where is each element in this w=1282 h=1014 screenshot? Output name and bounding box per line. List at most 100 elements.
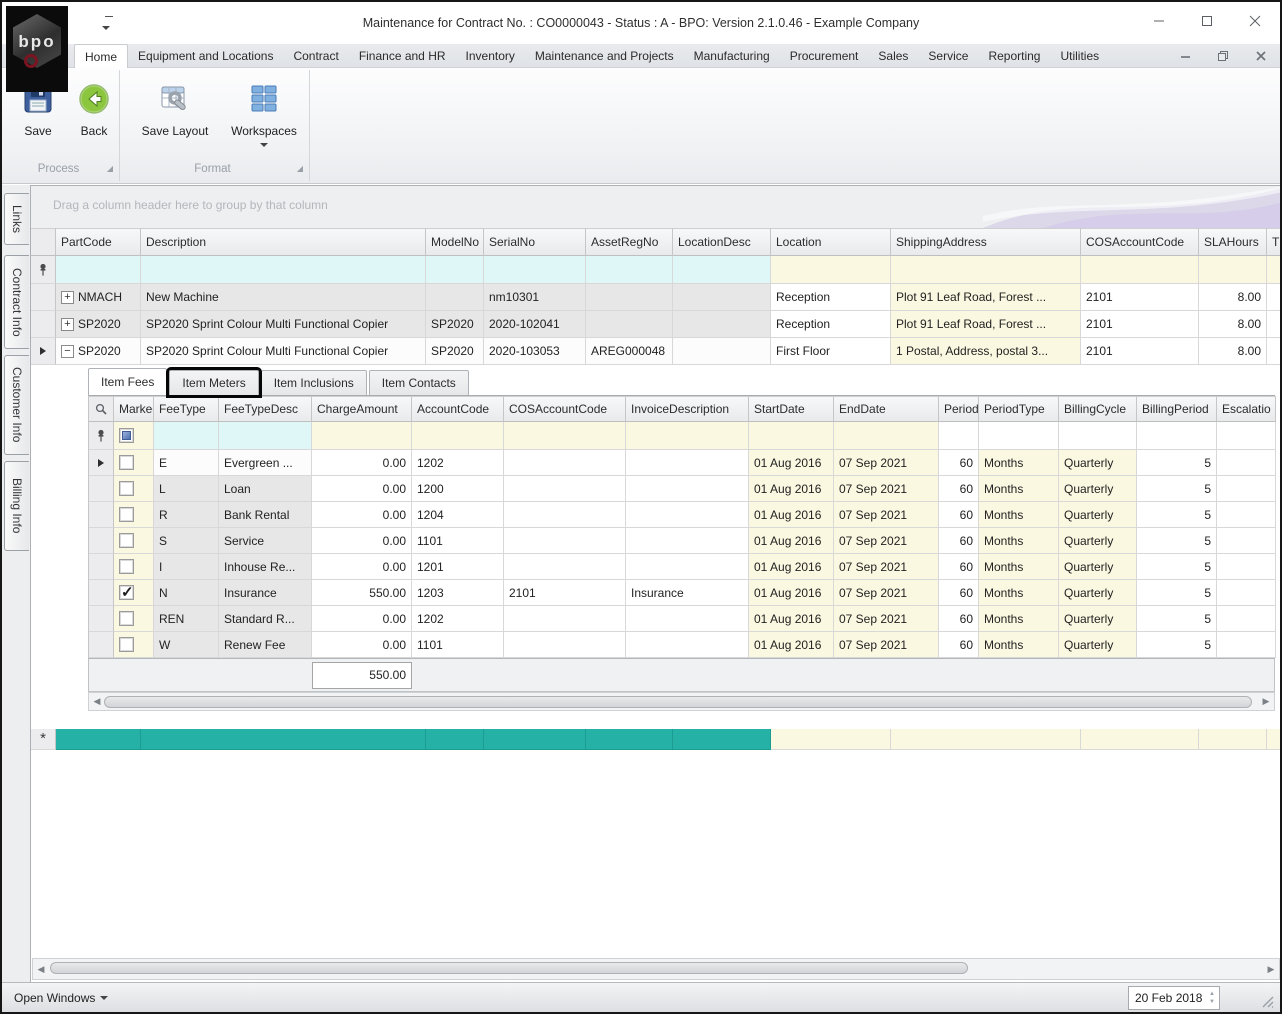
column-header-invoicedescription[interactable]: InvoiceDescription (626, 396, 749, 422)
column-header-shippingaddress[interactable]: ShippingAddress (891, 228, 1081, 256)
ribbon-tab-equipment-and-locations[interactable]: Equipment and Locations (128, 44, 283, 68)
cell-enddate[interactable]: 07 Sep 2021 (834, 528, 939, 554)
ribbon-close-icon[interactable] (1252, 47, 1270, 65)
sidebar-item-billing-info[interactable]: Billing Info (4, 461, 29, 551)
marked-checkbox[interactable] (119, 533, 134, 548)
cell-period[interactable]: 60 (939, 632, 979, 658)
cell-accountcode[interactable]: 1203 (412, 580, 504, 606)
cell-feetypedesc[interactable]: Renew Fee (219, 632, 312, 658)
scroll-right-icon[interactable]: ▶ (1258, 693, 1274, 710)
marked-checkbox[interactable] (119, 611, 134, 626)
column-header-marked[interactable]: Marked (114, 396, 154, 422)
cell-slahours[interactable]: 8.00 (1199, 311, 1267, 338)
column-header-billingcycle[interactable]: BillingCycle (1059, 396, 1137, 422)
cell-invoicedescription[interactable] (626, 528, 749, 554)
cell-escalatio[interactable] (1217, 528, 1276, 554)
cell-escalatio[interactable] (1217, 476, 1276, 502)
filter-pin-icon[interactable] (89, 422, 114, 450)
fee-row[interactable]: RBank Rental0.00120401 Aug 201607 Sep 20… (89, 502, 1276, 528)
tab-item-meters[interactable]: Item Meters (169, 370, 258, 395)
cell-billingcycle[interactable]: Quarterly (1059, 580, 1137, 606)
column-header-feetypedesc[interactable]: FeeTypeDesc (219, 396, 312, 422)
column-header-location[interactable]: Location (771, 228, 891, 256)
cell-escalatio[interactable] (1217, 632, 1276, 658)
cell-feetypedesc[interactable]: Service (219, 528, 312, 554)
cell-billingperiod[interactable]: 5 (1137, 476, 1217, 502)
cell-period[interactable]: 60 (939, 476, 979, 502)
cell-accountcode[interactable]: 1101 (412, 528, 504, 554)
cell-periodtype[interactable]: Months (979, 528, 1059, 554)
column-header-periodtype[interactable]: PeriodType (979, 396, 1059, 422)
cell-invoicedescription[interactable] (626, 554, 749, 580)
filter-cell-modelno[interactable] (426, 256, 484, 284)
cell-startdate[interactable]: 01 Aug 2016 (749, 502, 834, 528)
status-date-field[interactable]: 20 Feb 2018 ▲▼ (1128, 986, 1220, 1010)
cell-invoicedescription[interactable] (626, 502, 749, 528)
cell-locationdesc[interactable] (673, 284, 771, 311)
cell-enddate[interactable]: 07 Sep 2021 (834, 632, 939, 658)
cell-invoicedescription[interactable] (626, 450, 749, 476)
column-header-cosaccountcode[interactable]: COSAccountCode (504, 396, 626, 422)
cell-billingcycle[interactable]: Quarterly (1059, 606, 1137, 632)
filter-cell-enddate[interactable] (834, 422, 939, 450)
cell-period[interactable]: 60 (939, 554, 979, 580)
cell-escalatio[interactable] (1217, 606, 1276, 632)
column-header-escalatio[interactable]: Escalatio (1217, 396, 1276, 422)
cell-startdate[interactable]: 01 Aug 2016 (749, 632, 834, 658)
dialog-launcher-icon[interactable]: ◢ (297, 161, 303, 177)
filter-cell-cosaccountcode[interactable] (504, 422, 626, 450)
ribbon-restore-icon[interactable] (1214, 47, 1232, 65)
cell-escalatio[interactable] (1217, 502, 1276, 528)
cell-billingcycle[interactable]: Quarterly (1059, 476, 1137, 502)
column-header-slahours[interactable]: SLAHours (1199, 228, 1267, 256)
cell-feetypedesc[interactable]: Loan (219, 476, 312, 502)
cell-periodtype[interactable]: Months (979, 554, 1059, 580)
marked-checkbox[interactable] (119, 507, 134, 522)
filter-cell-chargeamount[interactable] (312, 422, 412, 450)
column-header-accountcode[interactable]: AccountCode (412, 396, 504, 422)
filter-cell-billingcycle[interactable] (1059, 422, 1137, 450)
ribbon-tab-procurement[interactable]: Procurement (780, 44, 869, 68)
new-row-cell[interactable] (426, 729, 484, 750)
cell-accountcode[interactable]: 1204 (412, 502, 504, 528)
cell-feetype[interactable]: R (154, 502, 219, 528)
cell-marked[interactable] (114, 554, 154, 580)
cell-invoicedescription[interactable] (626, 632, 749, 658)
filter-cell-invoicedescription[interactable] (626, 422, 749, 450)
ribbon-tab-home[interactable]: Home (74, 44, 128, 68)
cell-billingperiod[interactable]: 5 (1137, 632, 1217, 658)
cell-cosaccountcode[interactable] (504, 528, 626, 554)
column-header-cosaccountcode[interactable]: COSAccountCode (1081, 228, 1199, 256)
cell-feetypedesc[interactable]: Evergreen ... (219, 450, 312, 476)
column-header-t[interactable]: T (1267, 228, 1282, 256)
cell-periodtype[interactable]: Months (979, 606, 1059, 632)
cell-billingcycle[interactable]: Quarterly (1059, 502, 1137, 528)
column-header-feetype[interactable]: FeeType (154, 396, 219, 422)
cell-startdate[interactable]: 01 Aug 2016 (749, 580, 834, 606)
cell-location[interactable]: Reception (771, 284, 891, 311)
tab-item-fees[interactable]: Item Fees (88, 368, 167, 395)
marked-checkbox[interactable] (119, 637, 134, 652)
cell-billingperiod[interactable]: 5 (1137, 606, 1217, 632)
ribbon-tab-finance-and-hr[interactable]: Finance and HR (349, 44, 456, 68)
cell-periodtype[interactable]: Months (979, 502, 1059, 528)
cell-feetypedesc[interactable]: Standard R... (219, 606, 312, 632)
cell-feetypedesc[interactable]: Bank Rental (219, 502, 312, 528)
cell-cosaccountcode[interactable]: 2101 (1081, 338, 1199, 365)
cell-partcode[interactable]: +NMACH (56, 284, 141, 311)
filter-cell-description[interactable] (141, 256, 426, 284)
cell-cosaccountcode[interactable]: 2101 (1081, 311, 1199, 338)
maximize-icon[interactable] (1196, 10, 1218, 32)
cell-accountcode[interactable]: 1200 (412, 476, 504, 502)
cell-chargeamount[interactable]: 0.00 (312, 606, 412, 632)
fee-row[interactable]: IInhouse Re...0.00120101 Aug 201607 Sep … (89, 554, 1276, 580)
close-icon[interactable] (1244, 10, 1266, 32)
scroll-right-icon[interactable]: ▶ (1263, 959, 1279, 979)
cell-marked[interactable] (114, 502, 154, 528)
new-row-cell[interactable] (891, 729, 1081, 750)
marked-checkbox[interactable] (119, 559, 134, 574)
quick-access-dropdown-icon[interactable] (102, 14, 116, 26)
sidebar-item-contract-info[interactable]: Contract Info (4, 255, 29, 349)
cell-cosaccountcode[interactable] (504, 502, 626, 528)
cell-serialno[interactable]: nm10301 (484, 284, 586, 311)
